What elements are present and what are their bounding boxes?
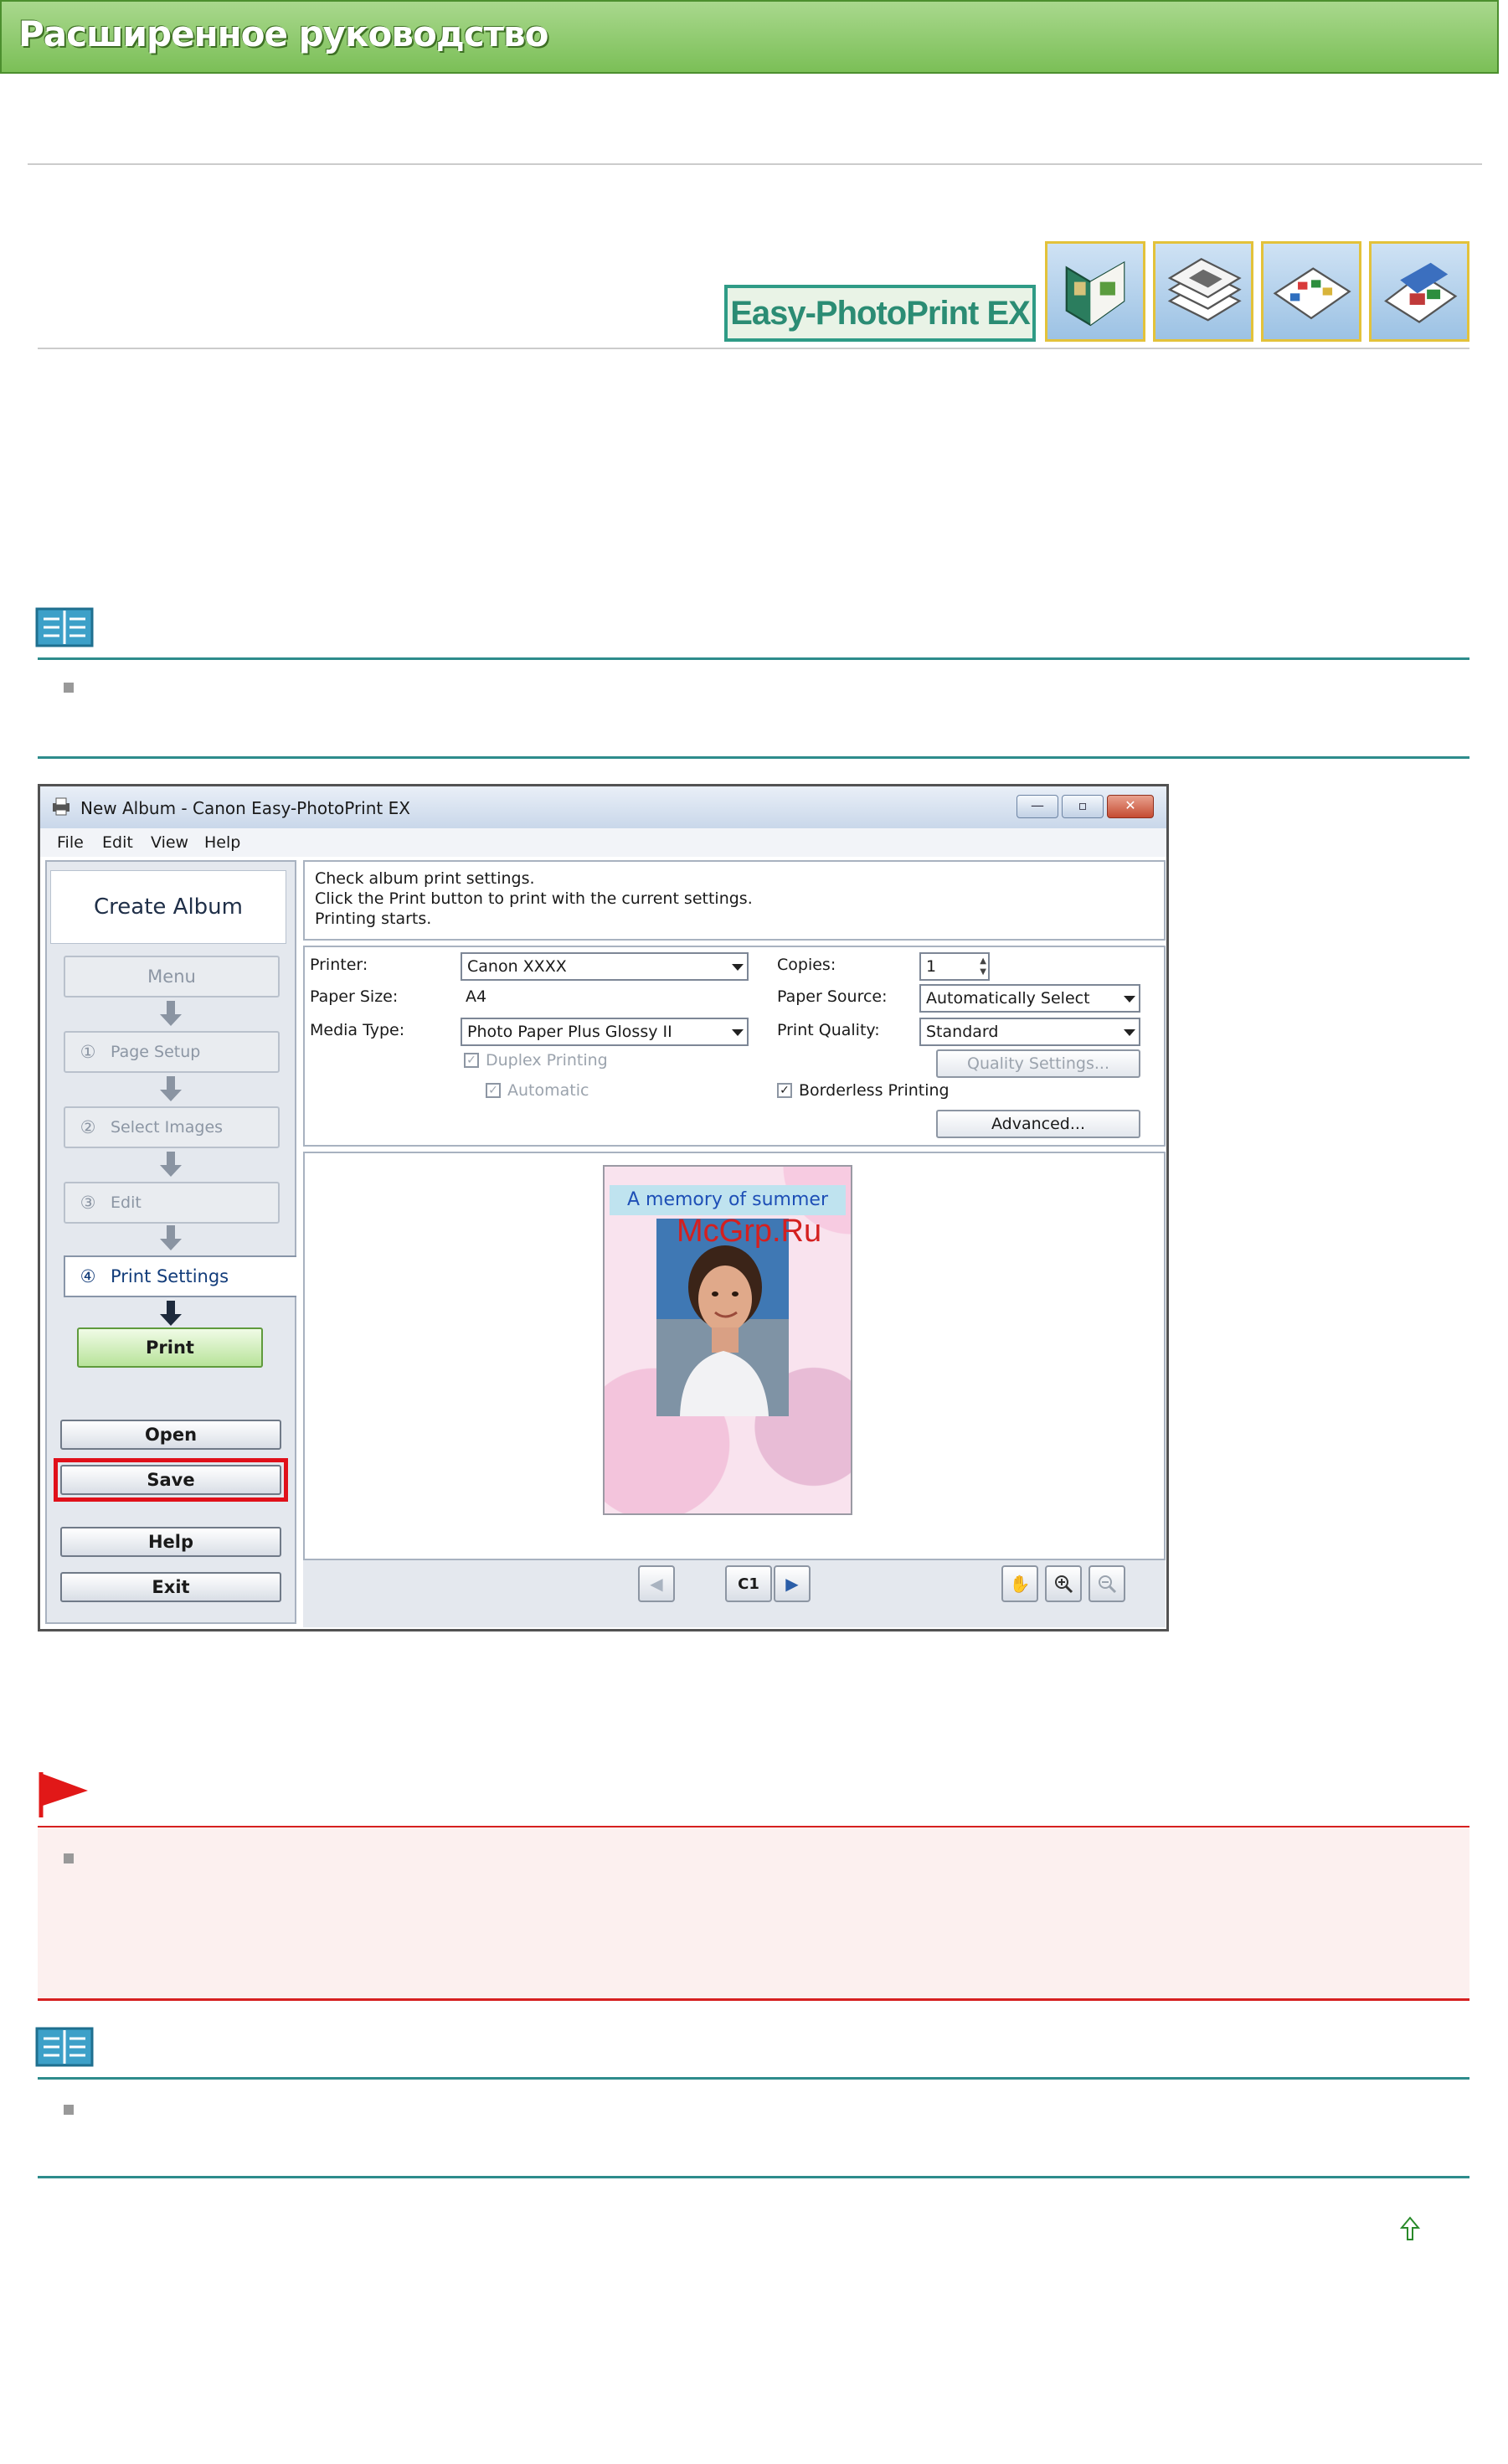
panel-heading: Create Album xyxy=(50,870,286,944)
arrow-down-icon xyxy=(158,1150,183,1178)
chevron-down-icon xyxy=(1124,1029,1135,1036)
menu-file[interactable]: File xyxy=(57,833,84,852)
quality-settings-button[interactable]: Quality Settings... xyxy=(936,1049,1140,1078)
close-button[interactable]: ✕ xyxy=(1107,795,1154,818)
printer-value: Canon XXXX xyxy=(467,957,567,976)
step-label: Print Settings xyxy=(111,1266,229,1286)
instruction-message: Check album print settings. Click the Pr… xyxy=(303,860,1166,941)
bullet-icon xyxy=(64,683,74,693)
step-label: Select Images xyxy=(111,1118,224,1137)
print-quality-label: Print Quality: xyxy=(777,1021,880,1039)
borderless-label: Borderless Printing xyxy=(799,1081,950,1100)
copies-value: 1 xyxy=(926,957,937,976)
window-title: New Album - Canon Easy-PhotoPrint EX xyxy=(80,798,410,818)
paper-source-label: Paper Source: xyxy=(777,987,888,1006)
layout-print-icon[interactable] xyxy=(1369,241,1469,342)
back-to-top-icon[interactable] xyxy=(1399,2216,1421,2245)
chevron-down-icon xyxy=(732,1029,744,1036)
step-page-setup[interactable]: ① Page Setup xyxy=(64,1031,280,1073)
caution-rule xyxy=(38,1998,1469,2001)
step-edit[interactable]: ③ Edit xyxy=(64,1182,280,1224)
printer-label: Printer: xyxy=(310,956,368,974)
chevron-down-icon xyxy=(1124,996,1135,1003)
borderless-checkbox[interactable]: ✓ xyxy=(777,1083,792,1098)
menu-view[interactable]: View xyxy=(151,833,188,852)
next-page-icon[interactable]: ▶ xyxy=(774,1565,811,1602)
paper-source-value: Automatically Select xyxy=(926,989,1090,1008)
advanced-button[interactable]: Advanced... xyxy=(936,1110,1140,1138)
divider xyxy=(28,163,1482,165)
calendar-icon[interactable] xyxy=(1261,241,1361,342)
paper-source-select[interactable]: Automatically Select xyxy=(919,984,1140,1013)
album-icon[interactable] xyxy=(1045,241,1145,342)
arrow-down-icon xyxy=(158,1224,183,1252)
minimize-button[interactable]: — xyxy=(1016,795,1058,818)
message-line: Check album print settings. xyxy=(315,869,535,888)
menu-edit[interactable]: Edit xyxy=(102,833,133,852)
zoom-in-icon[interactable] xyxy=(1045,1565,1082,1602)
automatic-label: Automatic xyxy=(507,1081,589,1100)
save-highlight-frame xyxy=(54,1458,288,1502)
print-quality-value: Standard xyxy=(926,1023,999,1041)
divider xyxy=(38,348,1469,349)
message-line: Click the Print button to print with the… xyxy=(315,889,753,908)
copies-label: Copies: xyxy=(777,956,836,974)
step-number: ③ xyxy=(80,1193,96,1213)
print-quality-select[interactable]: Standard xyxy=(919,1018,1140,1046)
caution-box xyxy=(38,1827,1469,1998)
note-rule xyxy=(38,2077,1469,2080)
automatic-checkbox[interactable]: ✓ xyxy=(486,1083,501,1098)
spinner-arrows-icon[interactable]: ▲ ▼ xyxy=(980,956,986,977)
media-type-select[interactable]: Photo Paper Plus Glossy II xyxy=(461,1018,749,1046)
hand-tool-icon[interactable]: ✋ xyxy=(1001,1565,1038,1602)
printer-select[interactable]: Canon XXXX xyxy=(461,952,749,981)
page-indicator[interactable]: C1 xyxy=(725,1565,772,1602)
print-button[interactable]: Print xyxy=(77,1327,263,1368)
note-rule xyxy=(38,756,1469,759)
caution-flag-icon xyxy=(38,1769,91,1822)
product-logo-text: Easy-PhotoPrint EX xyxy=(730,294,1031,332)
exit-button[interactable]: Exit xyxy=(60,1572,281,1602)
step-menu[interactable]: Menu xyxy=(64,956,280,997)
stacked-photos-icon[interactable] xyxy=(1153,241,1253,342)
watermark-text: McGrp.Ru xyxy=(677,1214,822,1249)
printer-app-icon xyxy=(50,796,72,817)
media-type-label: Media Type: xyxy=(310,1021,405,1039)
album-page-title: A memory of summer xyxy=(610,1185,846,1215)
duplex-checkbox[interactable]: ✓ xyxy=(464,1053,479,1068)
media-type-value: Photo Paper Plus Glossy II xyxy=(467,1023,672,1041)
menu-help[interactable]: Help xyxy=(204,833,240,852)
step-print-settings[interactable]: ④ Print Settings xyxy=(64,1255,296,1297)
bullet-icon xyxy=(64,2105,74,2115)
note-icon xyxy=(35,606,94,652)
step-select-images[interactable]: ② Select Images xyxy=(64,1106,280,1148)
step-number: ① xyxy=(80,1042,96,1062)
arrow-down-icon xyxy=(158,1075,183,1103)
paper-size-label: Paper Size: xyxy=(310,987,399,1006)
step-label: Edit xyxy=(111,1193,142,1212)
zoom-out-icon[interactable] xyxy=(1089,1565,1125,1602)
message-line: Printing starts. xyxy=(315,910,432,928)
help-button[interactable]: Help xyxy=(60,1527,281,1557)
copies-spinner[interactable]: 1 ▲ ▼ xyxy=(919,952,990,981)
bullet-icon xyxy=(64,1853,74,1863)
step-number: ④ xyxy=(80,1266,96,1286)
product-logo: Easy-PhotoPrint EX xyxy=(724,285,1036,342)
maximize-button[interactable]: ▫ xyxy=(1062,795,1104,818)
paper-size-value: A4 xyxy=(466,987,487,1006)
arrow-down-icon xyxy=(158,1299,183,1327)
duplex-label: Duplex Printing xyxy=(486,1051,608,1070)
note-icon xyxy=(35,2025,94,2072)
app-window: New Album - Canon Easy-PhotoPrint EX — ▫… xyxy=(38,784,1169,1631)
note-rule xyxy=(38,657,1469,660)
page-title: Расширенное руководство xyxy=(18,13,548,54)
chevron-down-icon xyxy=(732,964,744,971)
previous-page-icon[interactable]: ◀ xyxy=(638,1565,675,1602)
arrow-down-icon xyxy=(158,999,183,1028)
step-label: Page Setup xyxy=(111,1043,201,1061)
step-number: ② xyxy=(80,1117,96,1137)
step-label: Menu xyxy=(147,967,196,987)
note-rule xyxy=(38,2176,1469,2178)
open-button[interactable]: Open xyxy=(60,1420,281,1450)
